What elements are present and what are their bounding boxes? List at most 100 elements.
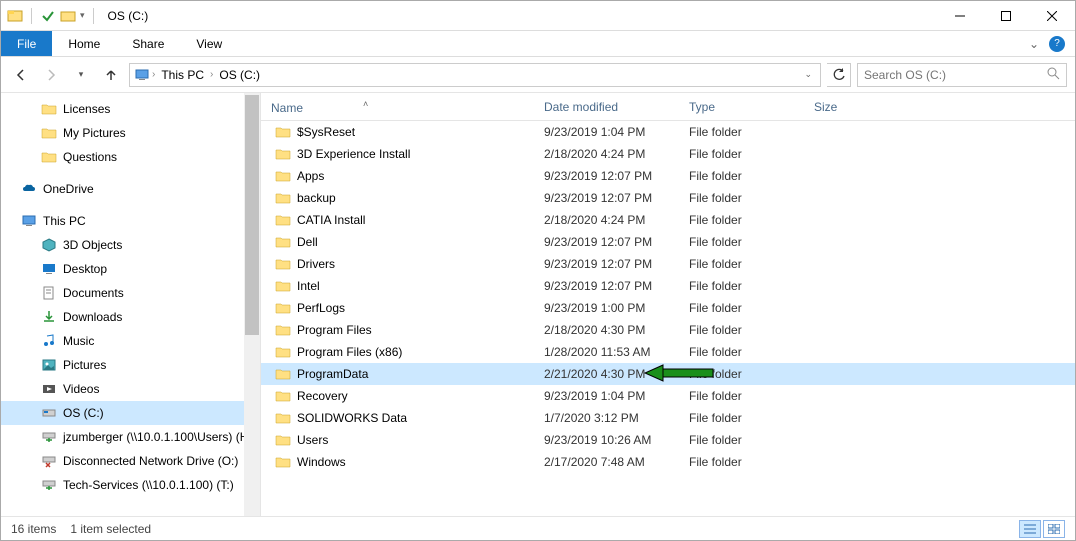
folder-icon [275, 146, 291, 162]
breadcrumb[interactable]: › This PC › OS (C:) ⌄ [129, 63, 821, 87]
minimize-button[interactable] [937, 1, 983, 31]
ribbon-expand-icon[interactable]: ⌄ [1029, 37, 1039, 51]
sidebar-item[interactable]: Videos [1, 377, 260, 401]
table-row[interactable]: Drivers9/23/2019 12:07 PMFile folder [261, 253, 1075, 275]
chevron-right-icon[interactable]: › [210, 69, 213, 80]
netdrive-icon [41, 477, 57, 493]
sidebar-item[interactable]: Pictures [1, 353, 260, 377]
sidebar-item-label: 3D Objects [63, 238, 122, 252]
file-type: File folder [681, 257, 806, 271]
table-row[interactable]: Recovery9/23/2019 1:04 PMFile folder [261, 385, 1075, 407]
file-type: File folder [681, 433, 806, 447]
file-type: File folder [681, 279, 806, 293]
sidebar-onedrive[interactable]: OneDrive [1, 177, 260, 201]
sidebar-item[interactable]: My Pictures [1, 121, 260, 145]
file-date: 9/23/2019 1:00 PM [536, 301, 681, 315]
sidebar-item[interactable]: Documents [1, 281, 260, 305]
tab-share[interactable]: Share [116, 31, 180, 56]
tab-file[interactable]: File [1, 31, 52, 56]
recent-dropdown-icon[interactable]: ▾ [69, 63, 93, 87]
table-row[interactable]: Apps9/23/2019 12:07 PMFile folder [261, 165, 1075, 187]
view-thumbnails-button[interactable] [1043, 520, 1065, 538]
table-row[interactable]: ProgramData2/21/2020 4:30 PMFile folder [261, 363, 1075, 385]
file-type: File folder [681, 213, 806, 227]
folder-icon [275, 432, 291, 448]
table-row[interactable]: SOLIDWORKS Data1/7/2020 3:12 PMFile fold… [261, 407, 1075, 429]
table-row[interactable]: CATIA Install2/18/2020 4:24 PMFile folde… [261, 209, 1075, 231]
column-headers: Name˄ Date modified Type Size [261, 93, 1075, 121]
sidebar-item[interactable]: Tech-Services (\\10.0.1.100) (T:) [1, 473, 260, 497]
tab-home[interactable]: Home [52, 31, 116, 56]
sidebar-item[interactable]: Desktop [1, 257, 260, 281]
sidebar-item-label: jzumberger (\\10.0.1.100\Users) (H [63, 430, 248, 444]
breadcrumb-drive[interactable]: OS (C:) [215, 68, 264, 82]
file-date: 9/23/2019 12:07 PM [536, 257, 681, 271]
table-row[interactable]: $SysReset9/23/2019 1:04 PMFile folder [261, 121, 1075, 143]
search-input[interactable] [857, 63, 1067, 87]
help-icon[interactable]: ? [1049, 36, 1065, 52]
sidebar-item[interactable]: Disconnected Network Drive (O:) [1, 449, 260, 473]
table-row[interactable]: Program Files (x86)1/28/2020 11:53 AMFil… [261, 341, 1075, 363]
sidebar[interactable]: LicensesMy PicturesQuestions OneDrive Th… [1, 93, 261, 516]
qat-dropdown-icon[interactable]: ▾ [80, 10, 85, 21]
sidebar-item[interactable]: OS (C:) [1, 401, 260, 425]
sidebar-item[interactable]: Downloads [1, 305, 260, 329]
forward-button[interactable] [39, 63, 63, 87]
file-date: 9/23/2019 12:07 PM [536, 279, 681, 293]
file-date: 1/28/2020 11:53 AM [536, 345, 681, 359]
pc-icon [134, 67, 150, 83]
refresh-button[interactable] [827, 63, 851, 87]
sidebar-item-label: Videos [63, 382, 99, 396]
pc-icon [21, 213, 37, 229]
breadcrumb-thispc[interactable]: This PC [157, 68, 208, 82]
table-row[interactable]: Users9/23/2019 10:26 AMFile folder [261, 429, 1075, 451]
sidebar-item[interactable]: jzumberger (\\10.0.1.100\Users) (H [1, 425, 260, 449]
table-row[interactable]: Windows2/17/2020 7:48 AMFile folder [261, 451, 1075, 473]
table-row[interactable]: 3D Experience Install2/18/2020 4:24 PMFi… [261, 143, 1075, 165]
maximize-button[interactable] [983, 1, 1029, 31]
tab-view[interactable]: View [180, 31, 238, 56]
back-button[interactable] [9, 63, 33, 87]
sidebar-item-label: OneDrive [43, 182, 94, 196]
file-type: File folder [681, 235, 806, 249]
table-row[interactable]: Dell9/23/2019 12:07 PMFile folder [261, 231, 1075, 253]
sidebar-item[interactable]: Licenses [1, 97, 260, 121]
chevron-right-icon[interactable]: › [152, 69, 155, 80]
downloads-icon [41, 309, 57, 325]
folder-icon [275, 190, 291, 206]
file-name: Intel [297, 279, 320, 293]
breadcrumb-dropdown-icon[interactable]: ⌄ [804, 69, 812, 80]
sidebar-item-label: Desktop [63, 262, 107, 276]
sidebar-thispc[interactable]: This PC [1, 209, 260, 233]
statusbar: 16 items 1 item selected [1, 516, 1075, 540]
properties-icon[interactable] [40, 8, 56, 24]
scrollbar[interactable] [244, 93, 260, 516]
file-date: 2/18/2020 4:30 PM [536, 323, 681, 337]
up-button[interactable] [99, 63, 123, 87]
sidebar-item[interactable]: Questions [1, 145, 260, 169]
close-button[interactable] [1029, 1, 1075, 31]
folder-icon [275, 212, 291, 228]
folder-icon [275, 344, 291, 360]
folder-icon [275, 454, 291, 470]
column-date[interactable]: Date modified [536, 100, 681, 114]
file-type: File folder [681, 389, 806, 403]
table-row[interactable]: Program Files2/18/2020 4:30 PMFile folde… [261, 319, 1075, 341]
column-name[interactable]: Name˄ [261, 99, 536, 115]
sidebar-item[interactable]: Music [1, 329, 260, 353]
column-type[interactable]: Type [681, 100, 806, 114]
table-row[interactable]: backup9/23/2019 12:07 PMFile folder [261, 187, 1075, 209]
scrollbar-thumb[interactable] [245, 95, 259, 335]
column-size[interactable]: Size [806, 100, 886, 114]
file-date: 9/23/2019 12:07 PM [536, 169, 681, 183]
search-field[interactable] [864, 68, 1046, 82]
table-row[interactable]: PerfLogs9/23/2019 1:00 PMFile folder [261, 297, 1075, 319]
table-row[interactable]: Intel 9/23/2019 12:07 PMFile folder [261, 275, 1075, 297]
search-icon[interactable] [1046, 66, 1060, 83]
view-details-button[interactable] [1019, 520, 1041, 538]
file-list[interactable]: $SysReset9/23/2019 1:04 PMFile folder3D … [261, 121, 1075, 516]
file-type: File folder [681, 367, 806, 381]
file-date: 2/18/2020 4:24 PM [536, 147, 681, 161]
sidebar-item[interactable]: 3D Objects [1, 233, 260, 257]
qat-folder-icon[interactable] [60, 8, 76, 24]
